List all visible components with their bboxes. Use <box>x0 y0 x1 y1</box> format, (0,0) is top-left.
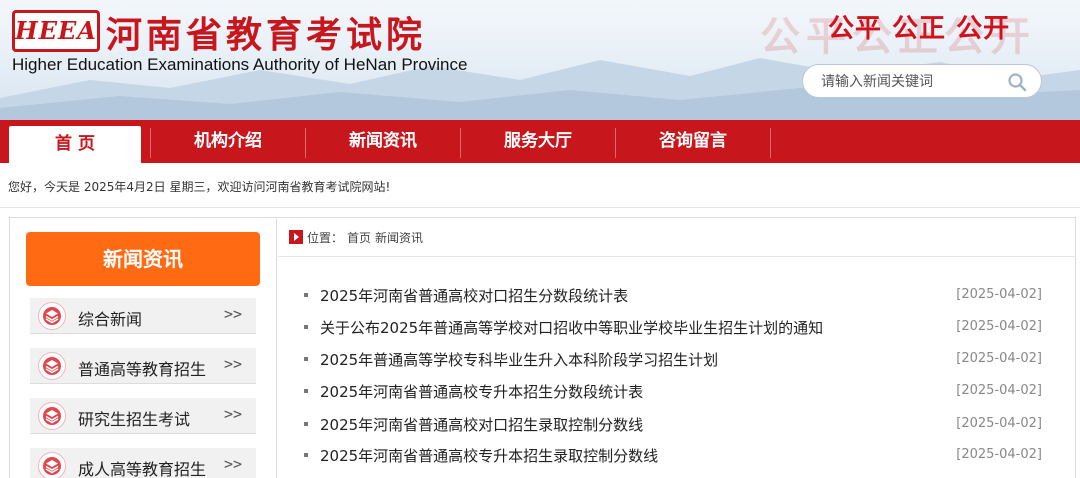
sidebar-item-label: 综合新闻 <box>78 310 143 329</box>
news-date: [2025-04-02] <box>956 319 1042 334</box>
sidebar-item-label: 研究生招生考试 <box>78 410 191 429</box>
greeting-text: 您好，今天是 2025年4月2日 星期三，欢迎访问河南省教育考试院网站! <box>8 180 391 194</box>
site-logo[interactable]: HEEA <box>12 10 100 52</box>
nav-item-news[interactable]: 新闻资讯 <box>306 120 460 163</box>
sidebar-item-general-news[interactable]: 综合新闻 >> <box>30 298 256 334</box>
layers-icon <box>38 402 66 430</box>
breadcrumb-home-link[interactable]: 首页 <box>347 231 371 245</box>
news-list-item[interactable]: 2025年河南省普通高校对口招生录取控制分数线 [2025-04-02] <box>304 414 1042 434</box>
news-list-item[interactable]: 2025年河南省普通高校专升本招生分数段统计表 [2025-04-02] <box>304 381 1042 401</box>
sidebar-title: 新闻资讯 <box>26 232 260 286</box>
nav-divider <box>770 128 771 158</box>
sidebar-item-label: 普通高等教育招生 <box>78 360 207 379</box>
breadcrumb: 位置： 首页 新闻资讯 <box>289 229 427 245</box>
breadcrumb-prefix: 位置： <box>307 231 344 245</box>
sidebar: 新闻资讯 综合新闻 >> 普通高等教育招生 >> 研究生招生考试 >> 成人高等… <box>9 217 277 478</box>
sidebar-item-undergrad-admission[interactable]: 普通高等教育招生 >> <box>30 348 256 384</box>
news-title-link[interactable]: 2025年河南省普通高校专升本招生录取控制分数线 <box>320 445 658 466</box>
sidebar-item-graduate-exam[interactable]: 研究生招生考试 >> <box>30 398 256 434</box>
arrow-right-icon <box>289 230 303 244</box>
search-icon[interactable] <box>1007 72 1027 92</box>
divider <box>0 207 1080 208</box>
site-title: 河南省教育考试院 <box>106 15 427 56</box>
sidebar-item-adult-admission[interactable]: 成人高等教育招生 >> <box>30 448 256 478</box>
double-chevron-right-icon: >> <box>223 305 242 323</box>
news-title-link[interactable]: 2025年普通高等学校专科毕业生升入本科阶段学习招生计划 <box>320 349 718 370</box>
layers-icon <box>38 452 66 478</box>
bullet-icon <box>304 422 308 426</box>
nav-item-consult[interactable]: 咨询留言 <box>616 120 770 163</box>
news-list-item[interactable]: 2025年普通高等学校专科毕业生升入本科阶段学习招生计划 [2025-04-02… <box>304 349 1042 369</box>
news-date: [2025-04-02] <box>956 416 1042 431</box>
news-title-link[interactable]: 关于公布2025年普通高等学校对口招收中等职业学校毕业生招生计划的通知 <box>320 317 823 338</box>
news-date: [2025-04-02] <box>956 287 1042 302</box>
header-banner: 公平公正公开 HEEA 河南省教育考试院 Higher Education Ex… <box>0 0 1080 120</box>
double-chevron-right-icon: >> <box>223 455 242 473</box>
news-title-link[interactable]: 2025年河南省普通高校对口招生分数段统计表 <box>320 285 628 306</box>
news-title-link[interactable]: 2025年河南省普通高校专升本招生分数段统计表 <box>320 381 643 402</box>
site-subtitle: Higher Education Examinations Authority … <box>12 55 468 74</box>
nav-item-home[interactable]: 首 页 <box>9 126 141 163</box>
news-title-link[interactable]: 2025年河南省普通高校对口招生录取控制分数线 <box>320 414 643 435</box>
breadcrumb-current: 新闻资讯 <box>375 231 424 245</box>
double-chevron-right-icon: >> <box>223 355 242 373</box>
news-date: [2025-04-02] <box>956 447 1042 462</box>
nav-item-services[interactable]: 服务大厅 <box>461 120 615 163</box>
news-list-item[interactable]: 2025年河南省普通高校对口招生分数段统计表 [2025-04-02] <box>304 285 1042 305</box>
news-list-item[interactable]: 关于公布2025年普通高等学校对口招收中等职业学校毕业生招生计划的通知 [202… <box>304 317 1042 337</box>
bullet-icon <box>304 325 308 329</box>
bullet-icon <box>304 453 308 457</box>
layers-icon <box>38 352 66 380</box>
news-date: [2025-04-02] <box>956 383 1042 398</box>
news-date: [2025-04-02] <box>956 351 1042 366</box>
nav-item-about[interactable]: 机构介绍 <box>151 120 305 163</box>
bullet-icon <box>304 293 308 297</box>
main-nav: 首 页 机构介绍 新闻资讯 服务大厅 咨询留言 <box>0 120 1080 163</box>
news-panel: 位置： 首页 新闻资讯 2025年河南省普通高校对口招生分数段统计表 [2025-0… <box>278 217 1076 478</box>
double-chevron-right-icon: >> <box>223 405 242 423</box>
news-list-item[interactable]: 2025年河南省普通高校专升本招生录取控制分数线 [2025-04-02] <box>304 445 1042 465</box>
search-box <box>802 64 1042 98</box>
slogan: 公平 公正 公开 <box>828 14 1011 44</box>
sidebar-item-label: 成人高等教育招生 <box>78 460 207 478</box>
bullet-icon <box>304 357 308 361</box>
search-input[interactable] <box>821 71 1001 93</box>
layers-icon <box>38 302 66 330</box>
bullet-icon <box>304 389 308 393</box>
divider <box>278 256 1076 257</box>
